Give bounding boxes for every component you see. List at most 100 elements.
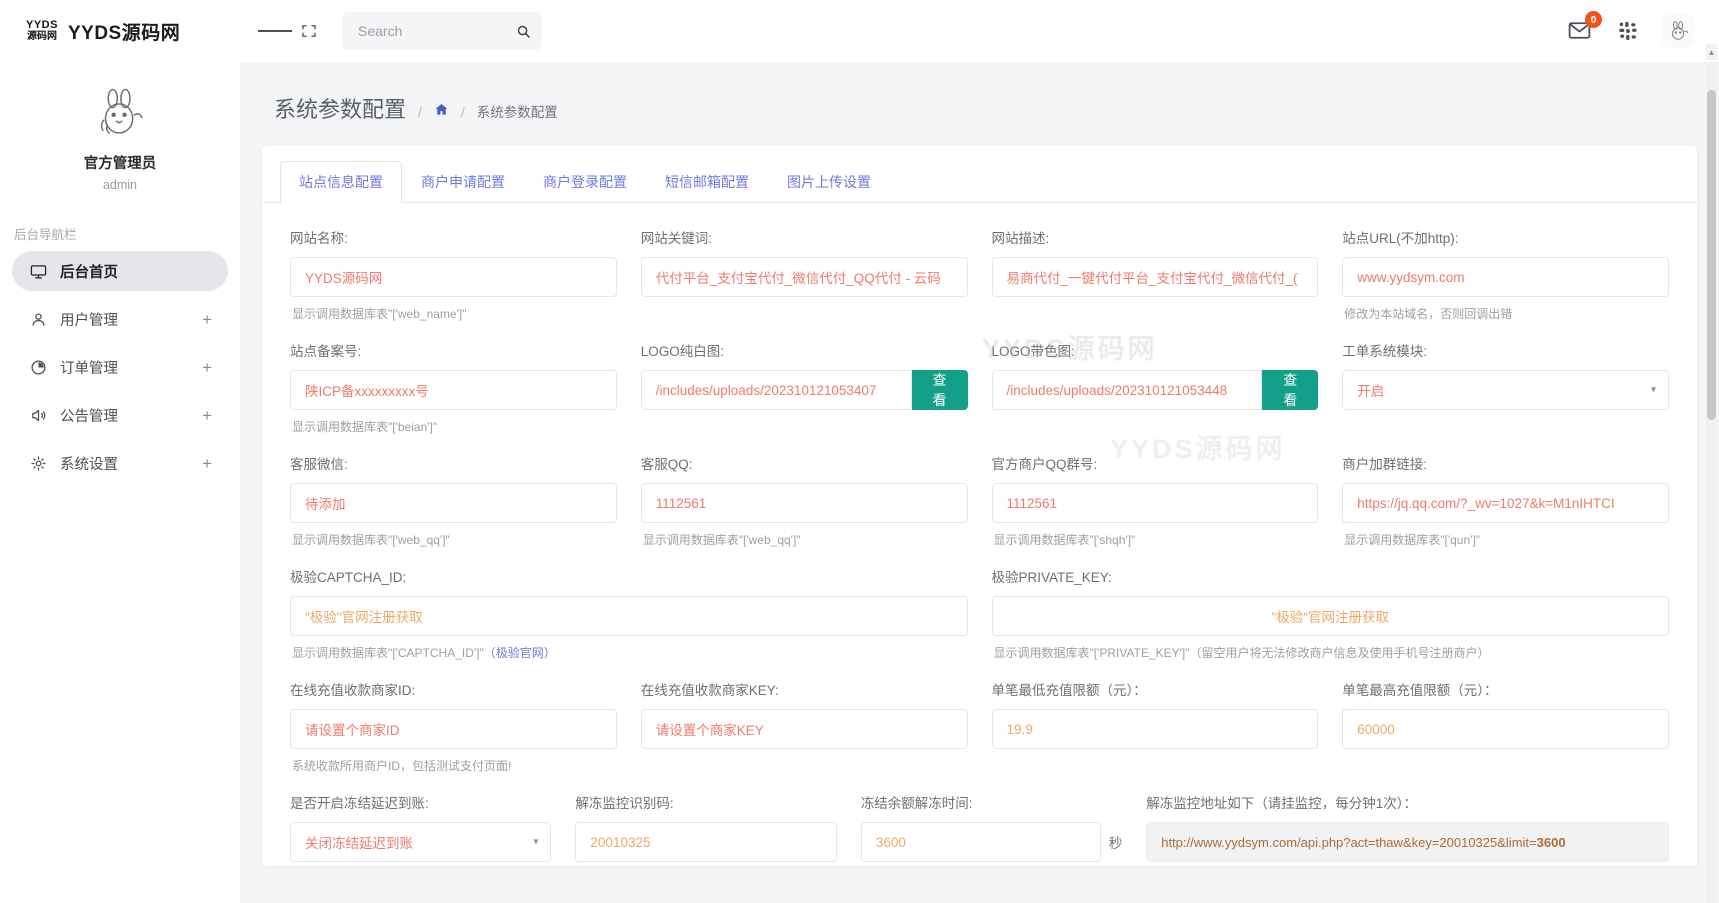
field-hint-empty <box>643 757 968 771</box>
field-hint: 显示调用数据库表"['beian']" <box>292 418 617 435</box>
expand-plus-icon[interactable]: + <box>202 455 212 472</box>
apps-grid-icon[interactable] <box>1611 14 1645 48</box>
field-hint-empty <box>643 418 968 432</box>
web-keywords-input[interactable]: 代付平台_支付宝代付_微信代付_QQ代付 - 云码 <box>641 257 968 297</box>
field-label: 客服QQ: <box>641 453 968 473</box>
kefu-qq-input[interactable]: 1112561 <box>641 483 968 523</box>
nav-section-title: 后台导航栏 <box>0 202 240 251</box>
geetest-official-link[interactable]: （极验官网） <box>484 646 556 660</box>
field-kefu-wechat: 客服微信: 待添加 显示调用数据库表"['web_qq']" <box>290 453 617 562</box>
field-recharge-merchant-key: 在线充值收款商家KEY: 请设置个商家KEY <box>641 679 968 788</box>
web-description-input[interactable]: 易商代付_一键代付平台_支付宝代付_微信代付_( <box>992 257 1319 297</box>
page-scrollbar[interactable] <box>1706 62 1717 903</box>
field-label: 客服微信: <box>290 453 617 473</box>
field-web-name: 网站名称: YYDS源码网 显示调用数据库表"['web_name']" <box>290 227 617 336</box>
ticket-module-select[interactable]: 开启 ▾ <box>1342 370 1669 410</box>
field-label: 极验CAPTCHA_ID: <box>290 566 968 586</box>
user-avatar[interactable] <box>1663 16 1693 46</box>
settings-form: 网站名称: YYDS源码网 显示调用数据库表"['web_name']" 网站关… <box>262 203 1697 862</box>
field-thaw-url: 解冻监控地址如下（请挂监控，每分钟1次）： http://www.yydsym.… <box>1146 792 1669 862</box>
sidebar-nav: 后台首页 用户管理 + 订单管理 + <box>0 251 240 491</box>
tab-merchant-login[interactable]: 商户登录配置 <box>524 161 646 203</box>
sidebar-item-label: 后台首页 <box>60 261 212 282</box>
field-label: 在线充值收款商家ID: <box>290 679 617 699</box>
field-thaw-code: 解冻监控识别码: 20010325 <box>575 792 836 862</box>
form-row-5: 在线充值收款商家ID: 请设置个商家ID 系统收款所用商户ID，包括测试支付页面… <box>290 679 1669 788</box>
field-label: 工单系统模块: <box>1342 340 1669 360</box>
min-recharge-input[interactable]: 19.9 <box>992 709 1319 749</box>
field-hint-empty <box>643 305 968 319</box>
tab-site-info[interactable]: 站点信息配置 <box>280 161 402 203</box>
scrollbar-thumb[interactable] <box>1707 90 1716 420</box>
private-key-input[interactable]: "极验"官网注册获取 <box>992 596 1670 636</box>
sidebar-item-dashboard[interactable]: 后台首页 <box>12 251 228 291</box>
recharge-merchant-id-input[interactable]: 请设置个商家ID <box>290 709 617 749</box>
group-link-input[interactable]: https://jq.qq.com/?_wv=1027&k=M1nIHTCI <box>1342 483 1669 523</box>
site-url-input[interactable]: www.yydsym.com <box>1342 257 1669 297</box>
sidebar-item-users[interactable]: 用户管理 + <box>12 299 228 339</box>
recharge-merchant-key-input[interactable]: 请设置个商家KEY <box>641 709 968 749</box>
thaw-code-input[interactable]: 20010325 <box>575 822 836 862</box>
expand-plus-icon[interactable]: + <box>202 359 212 376</box>
brand-mark-line2: 源码网 <box>27 32 57 43</box>
megaphone-icon <box>28 405 48 425</box>
sidebar-item-orders[interactable]: 订单管理 + <box>12 347 228 387</box>
pie-clock-icon <box>28 357 48 377</box>
slack-grid-icon <box>1617 20 1639 42</box>
logo-white-view-button[interactable]: 查看 <box>912 370 968 410</box>
official-qq-group-input[interactable]: 1112561 <box>992 483 1319 523</box>
tab-merchant-apply[interactable]: 商户申请配置 <box>402 161 524 203</box>
tab-sms-email[interactable]: 短信邮箱配置 <box>646 161 768 203</box>
field-logo-color: LOGO带色图: /includes/uploads/2023101210534… <box>992 340 1319 449</box>
logo-color-view-button[interactable]: 查看 <box>1262 370 1318 410</box>
scroll-up-arrow[interactable]: ▲ <box>1706 44 1717 60</box>
home-icon[interactable] <box>434 102 449 120</box>
expand-plus-icon[interactable]: + <box>202 311 212 328</box>
field-hint-empty <box>994 757 1319 771</box>
search-icon[interactable] <box>510 18 536 44</box>
field-kefu-qq: 客服QQ: 1112561 显示调用数据库表"['web_qq']" <box>641 453 968 562</box>
field-max-recharge: 单笔最高充值限额（元）： 60000 <box>1342 679 1669 788</box>
form-row-4: 极验CAPTCHA_ID: "极验"官网注册获取 显示调用数据库表"['CAPT… <box>290 566 1669 675</box>
form-row-6: 是否开启冻结延迟到账: 关闭冻结延迟到账 ▾ 解冻监控识别码: 20010325… <box>290 792 1669 862</box>
search-container <box>342 12 542 50</box>
tab-image-upload[interactable]: 图片上传设置 <box>768 161 890 203</box>
breadcrumb-separator-2: / <box>461 104 465 120</box>
thaw-url-readonly: http://www.yydsym.com/api.php?act=thaw&k… <box>1146 822 1669 862</box>
captcha-id-input[interactable]: "极验"官网注册获取 <box>290 596 968 636</box>
freeze-delay-value: 关闭冻结延迟到账 <box>305 832 413 852</box>
menu-toggle-icon[interactable] <box>258 14 292 48</box>
field-hint: 修改为本站域名，否则回调出错 <box>1344 305 1669 322</box>
sidebar-item-system-settings[interactable]: 系统设置 + <box>12 443 228 483</box>
logo-color-input[interactable]: /includes/uploads/202310121053448 <box>992 370 1263 410</box>
form-row-2: 站点备案号: 陕ICP备xxxxxxxxx号 显示调用数据库表"['beian'… <box>290 340 1669 449</box>
profile-name: 官方管理员 <box>0 152 240 173</box>
max-recharge-input[interactable]: 60000 <box>1342 709 1669 749</box>
field-web-description: 网站描述: 易商代付_一键代付平台_支付宝代付_微信代付_( <box>992 227 1319 336</box>
logo-white-input[interactable]: /includes/uploads/202310121053407 <box>641 370 912 410</box>
field-web-keywords: 网站关键词: 代付平台_支付宝代付_微信代付_QQ代付 - 云码 <box>641 227 968 336</box>
sidebar: YYDS 源码网 YYDS源码网 官方管理员 ad <box>0 0 240 903</box>
web-name-input[interactable]: YYDS源码网 <box>290 257 617 297</box>
field-hint: 显示调用数据库表"['shqh']" <box>994 531 1319 548</box>
thaw-time-input[interactable]: 3600 <box>861 822 1101 862</box>
thaw-time-unit: 秒 <box>1109 832 1123 852</box>
freeze-delay-select[interactable]: 关闭冻结延迟到账 ▾ <box>290 822 551 862</box>
brand-logo[interactable]: YYDS 源码网 YYDS源码网 <box>0 0 240 62</box>
field-thaw-time: 冻结余额解冻时间: 3600 秒 <box>861 792 1122 862</box>
sidebar-item-announcements[interactable]: 公告管理 + <box>12 395 228 435</box>
fullscreen-icon[interactable] <box>292 14 326 48</box>
sidebar-item-label: 公告管理 <box>60 405 202 426</box>
page-title: 系统参数配置 <box>274 92 406 124</box>
field-label: 商户加群链接: <box>1342 453 1669 473</box>
chevron-down-icon: ▾ <box>533 837 538 848</box>
field-label: 极验PRIVATE_KEY: <box>992 566 1670 586</box>
beian-input[interactable]: 陕ICP备xxxxxxxxx号 <box>290 370 617 410</box>
messages-button[interactable]: 0 <box>1567 18 1593 44</box>
field-label: 站点备案号: <box>290 340 617 360</box>
kefu-wechat-input[interactable]: 待添加 <box>290 483 617 523</box>
breadcrumb-separator-1: / <box>418 104 422 120</box>
form-row-1: 网站名称: YYDS源码网 显示调用数据库表"['web_name']" 网站关… <box>290 227 1669 336</box>
field-hint: 系统收款所用商户ID，包括测试支付页面! <box>292 757 617 774</box>
expand-plus-icon[interactable]: + <box>202 407 212 424</box>
